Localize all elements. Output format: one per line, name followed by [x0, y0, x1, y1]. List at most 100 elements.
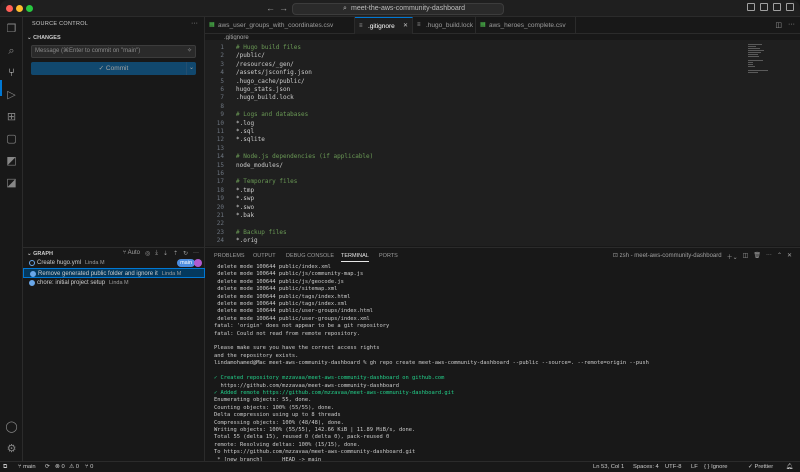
terminal-line: Compressing objects: 100% (48/48), done.	[214, 419, 344, 426]
end-of-line[interactable]: LF	[691, 462, 698, 472]
tab-ports[interactable]: PORTS	[379, 253, 398, 259]
file-icon: ≡	[359, 23, 363, 29]
git-graph-icon[interactable]: ◪	[5, 177, 18, 190]
warnings-indicator[interactable]: ⚠ 0	[69, 462, 79, 472]
terminal-line: delete mode 100644 public/js/community-m…	[214, 271, 364, 278]
commit-message-input[interactable]: Message (⌘Enter to commit on "main") ✧	[31, 45, 196, 58]
github-icon[interactable]: ◩	[5, 155, 18, 168]
terminal-line: https://github.com/mzzavaa/meet-aws-comm…	[214, 382, 399, 389]
toggle-primary-sidebar-icon[interactable]	[747, 3, 755, 11]
remote-indicator-icon[interactable]: ⧉	[3, 462, 7, 472]
push-icon[interactable]: ⇡	[173, 250, 178, 257]
graph-item[interactable]: Create hugo.yml Linda M main	[23, 258, 205, 268]
remote-explorer-icon[interactable]: ▢	[5, 133, 18, 146]
search-icon[interactable]: ⌕	[5, 45, 18, 58]
code-line: # Node.js dependencies (if applicable)	[236, 153, 374, 161]
graph-auto-toggle[interactable]: ⑂ Auto	[123, 250, 140, 257]
csv-file-icon: ▦	[480, 22, 486, 28]
trash-icon[interactable]: 🗑	[753, 252, 761, 261]
tab-debug-console[interactable]: DEBUG CONSOLE	[286, 253, 334, 259]
more-actions-icon[interactable]: ···	[191, 20, 198, 27]
toggle-secondary-sidebar-icon[interactable]	[773, 3, 781, 11]
tab-csv-heroes[interactable]: ▦ aws_heroes_complete.csv	[476, 17, 576, 34]
changes-section-header[interactable]: ⌄ CHANGES	[27, 35, 61, 41]
run-debug-icon[interactable]: ▷	[5, 89, 18, 102]
graph-item-selected[interactable]: Remove generated public folder and ignor…	[23, 268, 205, 278]
sync-icon[interactable]: ⟳	[45, 462, 50, 472]
tab-problems[interactable]: PROBLEMS	[214, 253, 245, 259]
pull-icon[interactable]: ⇣	[163, 250, 168, 257]
cursor-position[interactable]: Ln 53, Col 1	[593, 462, 624, 472]
code-line: *.log	[236, 119, 255, 127]
file-icon: ≡	[417, 22, 421, 28]
split-terminal-icon[interactable]: ◫	[743, 252, 749, 261]
encoding[interactable]: UTF-8	[665, 462, 681, 472]
line-number: 7	[220, 94, 224, 102]
more-icon[interactable]: ···	[193, 250, 199, 257]
target-icon[interactable]: ◎	[145, 250, 150, 257]
close-icon[interactable]: ✕	[403, 18, 408, 35]
maximize-window-button[interactable]	[26, 5, 33, 12]
tab-label: .hugo_build.lock	[426, 22, 473, 29]
fetch-icon[interactable]: ⤓	[155, 250, 158, 257]
line-number: 13	[216, 144, 224, 152]
maximize-panel-icon[interactable]: ⌃	[777, 252, 782, 261]
tab-hugo-build-lock[interactable]: ≡ .hugo_build.lock	[413, 17, 476, 34]
terminal-line: Delta compression using up to 8 threads	[214, 412, 341, 419]
command-center-search[interactable]: ⌕ meet-the-aws-community-dashboard	[292, 3, 504, 15]
split-editor-icon[interactable]: ◫	[775, 21, 782, 29]
terminal-instance-selector[interactable]: ⊡ zsh - meet-aws-community-dashboard	[613, 252, 722, 261]
refresh-icon[interactable]: ↻	[183, 250, 188, 257]
toggle-panel-icon[interactable]	[760, 3, 768, 11]
gear-icon[interactable]: ⚙	[5, 443, 18, 456]
explorer-icon[interactable]: ❐	[5, 23, 18, 36]
tab-csv-user-groups[interactable]: ▦ aws_user_groups_with_coordinates.csv	[205, 17, 355, 34]
more-icon[interactable]: ···	[788, 21, 795, 28]
terminal-line: and the repository exists.	[214, 352, 299, 359]
arrow-left-icon[interactable]: ←	[266, 3, 275, 14]
more-icon[interactable]: ···	[766, 252, 772, 261]
commit-button[interactable]: ✓ Commit ⌄	[31, 62, 196, 75]
prettier-status[interactable]: ✓ Prettier	[748, 462, 773, 472]
sparkle-icon[interactable]: ✧	[187, 46, 192, 57]
ports-indicator[interactable]: ⑂ 0	[85, 462, 93, 472]
commit-message: Remove generated public folder and ignor…	[38, 271, 158, 277]
indentation[interactable]: Spaces: 4	[633, 462, 659, 472]
accounts-icon[interactable]: ◯	[5, 421, 18, 434]
arrow-right-icon[interactable]: →	[279, 3, 288, 14]
tab-gitignore[interactable]: ≡ .gitignore ✕	[355, 17, 413, 34]
commit-dropdown-chevron-icon[interactable]: ⌄	[186, 62, 196, 75]
source-control-icon[interactable]: ⑂	[5, 67, 18, 80]
terminal-line: ✓ Created repository mzzavaa/meet-aws-co…	[214, 375, 445, 382]
close-window-button[interactable]	[6, 5, 13, 12]
extensions-icon[interactable]: ⊞	[5, 111, 18, 124]
minimize-window-button[interactable]	[16, 5, 23, 12]
new-terminal-icon[interactable]: ＋⌄	[727, 252, 738, 261]
tab-terminal[interactable]: TERMINAL	[341, 253, 369, 262]
line-number: 21	[216, 212, 224, 219]
terminal-toolbar: ⊡ zsh - meet-aws-community-dashboard ＋⌄ …	[613, 252, 792, 261]
errors-indicator[interactable]: ⊗ 0	[55, 462, 65, 472]
status-bar: ⧉ ⑂ main ⟳ ⊗ 0 ⚠ 0 ⑂ 0 Ln 53, Col 1 Spac…	[0, 461, 800, 472]
line-number: 11	[216, 128, 224, 135]
tab-output[interactable]: OUTPUT	[253, 253, 276, 259]
minimap[interactable]	[748, 44, 770, 84]
line-number: 2	[220, 52, 224, 60]
code-line: # Hugo build files	[236, 44, 302, 51]
branch-indicator[interactable]: ⑂ main	[18, 462, 36, 472]
commit-author: Linda M	[161, 271, 182, 277]
customize-layout-icon[interactable]	[786, 3, 794, 11]
search-text: meet-the-aws-community-dashboard	[351, 5, 465, 12]
commit-author: Linda M	[109, 280, 129, 286]
graph-section-header[interactable]: ⌄ GRAPH ⑂ Auto ◎ ⤓ ⇣ ⇡ ↻ ···	[23, 247, 205, 258]
graph-item[interactable]: chore: initial project setup Linda M	[23, 278, 205, 288]
language-mode[interactable]: { } Ignore	[704, 462, 728, 472]
terminal-line: lindamohamed@Mac meet-aws-community-dash…	[214, 360, 649, 367]
search-icon: ⌕	[343, 5, 347, 12]
line-number: 5	[220, 77, 224, 85]
code-editor[interactable]: 1 # Hugo build files 2/public/3/resources/…	[205, 40, 800, 246]
close-panel-icon[interactable]: ✕	[787, 252, 792, 261]
layout-controls	[747, 3, 794, 11]
bell-icon[interactable]: 🔔︎	[786, 462, 793, 472]
terminal-output[interactable]: delete mode 100644 public/index.xml dele…	[214, 264, 794, 472]
